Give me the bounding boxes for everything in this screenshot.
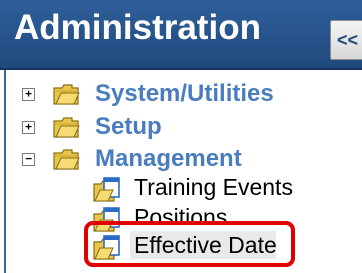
tree-node-system-utilities[interactable]: + System/Utilities [0,78,362,112]
collapse-panel-button[interactable]: << [330,20,362,60]
folder-icon [53,84,80,105]
tree-item-label: Training Events [134,174,293,200]
panel-header: Administration << [0,0,362,70]
tree-node-setup[interactable]: + Setup [0,111,362,145]
tree-node-label: System/Utilities [95,80,274,107]
folder-document-icon [93,177,120,202]
tree-node-label: Management [95,145,242,172]
callout-highlight-box [84,221,295,267]
tree-node-label: Setup [95,113,162,140]
expand-icon[interactable]: + [22,121,35,134]
tree-item-training-events[interactable]: Training Events [90,171,350,205]
expand-icon[interactable]: + [22,88,35,101]
administration-panel: Administration << + System/Utilities + S… [0,0,362,273]
folder-open-icon [53,149,80,170]
panel-title: Administration [14,8,261,47]
folder-icon [53,117,80,138]
collapse-icon[interactable]: − [22,153,35,166]
